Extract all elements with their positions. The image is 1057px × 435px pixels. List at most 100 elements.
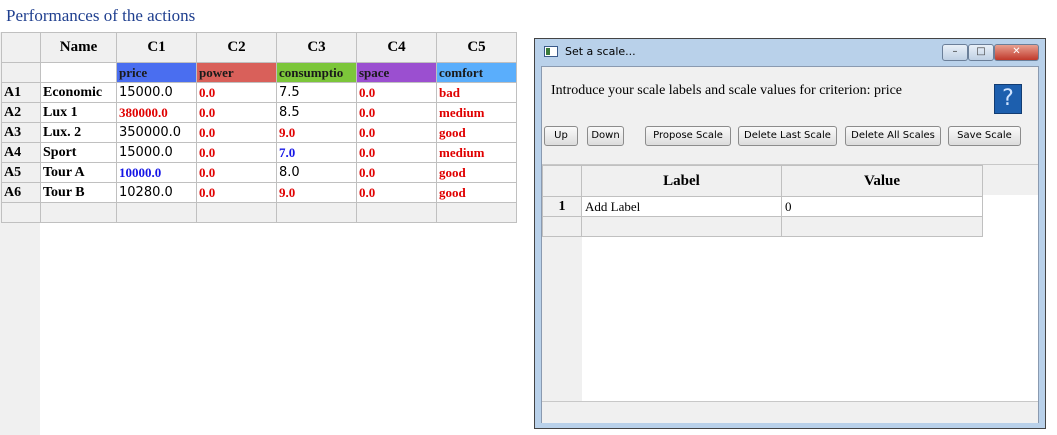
column-header-c4[interactable]: C4 (356, 32, 437, 63)
window-app-icon (544, 46, 558, 57)
value-cell[interactable]: 0.0 (356, 182, 437, 203)
row-header[interactable]: A6 (1, 182, 41, 203)
value-cell[interactable]: 7.5 (276, 82, 357, 103)
row-header-empty (1, 62, 41, 83)
column-header-label[interactable]: Label (581, 165, 782, 197)
value-cell[interactable]: 8.5 (276, 102, 357, 123)
value-cell[interactable]: 0.0 (356, 162, 437, 183)
help-book-icon[interactable]: ? (994, 84, 1022, 114)
dialog-title-bar[interactable]: Set a scale... – □ ✕ (535, 39, 1045, 65)
value-cell[interactable]: medium (436, 102, 517, 123)
empty-cell[interactable] (581, 216, 782, 237)
table-row: A6 Tour B 10280.0 0.0 9.0 0.0 good (1, 182, 517, 203)
row-header[interactable]: A4 (1, 142, 41, 163)
value-cell[interactable]: 0.0 (356, 142, 437, 163)
save-scale-button[interactable]: Save Scale (948, 126, 1021, 146)
empty-cell[interactable] (196, 202, 277, 223)
up-button[interactable]: Up (544, 126, 578, 146)
column-header-c1[interactable]: C1 (116, 32, 197, 63)
value-cell[interactable]: bad (436, 82, 517, 103)
dialog-body: Introduce your scale labels and scale va… (541, 66, 1039, 423)
value-cell[interactable]: 0.0 (196, 102, 277, 123)
table-empty-row (1, 202, 517, 223)
minimize-button[interactable]: – (942, 44, 968, 61)
empty-cell (542, 216, 582, 237)
value-cell[interactable]: 0.0 (356, 122, 437, 143)
value-cell[interactable]: 0.0 (196, 82, 277, 103)
action-name-cell[interactable]: Lux. 2 (40, 122, 117, 143)
scale-row-index: 1 (542, 196, 582, 217)
table-row: 1 Add Label 0 (542, 196, 983, 217)
action-name-cell[interactable]: Tour B (40, 182, 117, 203)
criterion-c3[interactable]: consumptio (276, 62, 357, 83)
header-filler (982, 165, 1038, 195)
value-cell[interactable]: 7.0 (276, 142, 357, 163)
performance-table: Name C1 C2 C3 C4 C5 price power consumpt… (1, 32, 517, 223)
scale-table-area: Label Value 1 Add Label 0 (542, 165, 1038, 401)
empty-cell[interactable] (40, 202, 117, 223)
value-cell[interactable]: 15000.0 (116, 142, 197, 163)
column-header-c5[interactable]: C5 (436, 32, 517, 63)
table-row: A5 Tour A 10000.0 0.0 8.0 0.0 good (1, 162, 517, 183)
value-cell[interactable]: good (436, 162, 517, 183)
column-header-value[interactable]: Value (781, 165, 983, 197)
value-cell[interactable]: medium (436, 142, 517, 163)
scale-value-cell[interactable]: 0 (781, 196, 983, 217)
action-name-cell[interactable]: Tour A (40, 162, 117, 183)
dialog-title: Set a scale... (565, 45, 636, 58)
empty-cell[interactable] (276, 202, 357, 223)
scale-corner-cell (542, 165, 582, 197)
scale-label-cell[interactable]: Add Label (581, 196, 782, 217)
value-cell[interactable]: good (436, 182, 517, 203)
criterion-c2[interactable]: power (196, 62, 277, 83)
value-cell[interactable]: 0.0 (196, 162, 277, 183)
value-cell[interactable]: 10280.0 (116, 182, 197, 203)
empty-cell[interactable] (356, 202, 437, 223)
value-cell[interactable]: 10000.0 (116, 162, 197, 183)
value-cell[interactable]: 9.0 (276, 182, 357, 203)
row-header[interactable]: A5 (1, 162, 41, 183)
propose-scale-button[interactable]: Propose Scale (645, 126, 731, 146)
criterion-c1[interactable]: price (116, 62, 197, 83)
scale-prompt: Introduce your scale labels and scale va… (551, 83, 903, 98)
down-button[interactable]: Down (587, 126, 624, 146)
value-cell[interactable]: good (436, 122, 517, 143)
column-header-name[interactable]: Name (40, 32, 117, 63)
criterion-c4[interactable]: space (356, 62, 437, 83)
delete-all-scales-button[interactable]: Delete All Scales (845, 126, 941, 146)
criterion-c5[interactable]: comfort (436, 62, 517, 83)
value-cell[interactable]: 9.0 (276, 122, 357, 143)
value-cell[interactable]: 0.0 (356, 82, 437, 103)
value-cell[interactable]: 0.0 (356, 102, 437, 123)
table-row: A4 Sport 15000.0 0.0 7.0 0.0 medium (1, 142, 517, 163)
action-name-cell[interactable]: Economic (40, 82, 117, 103)
delete-last-scale-button[interactable]: Delete Last Scale (738, 126, 837, 146)
maximize-button[interactable]: □ (968, 44, 994, 61)
value-cell[interactable]: 0.0 (196, 122, 277, 143)
scale-header-row: Label Value (542, 165, 983, 197)
action-name-cell[interactable]: Sport (40, 142, 117, 163)
criteria-name-cell[interactable] (40, 62, 117, 83)
row-header[interactable]: A3 (1, 122, 41, 143)
performance-grid-empty-area (40, 222, 515, 435)
column-header-c2[interactable]: C2 (196, 32, 277, 63)
value-cell[interactable]: 380000.0 (116, 102, 197, 123)
set-scale-dialog: Set a scale... – □ ✕ Introduce your scal… (534, 38, 1046, 429)
row-header[interactable]: A1 (1, 82, 41, 103)
empty-cell[interactable] (116, 202, 197, 223)
value-cell[interactable]: 0.0 (196, 182, 277, 203)
value-cell[interactable]: 350000.0 (116, 122, 197, 143)
empty-cell (1, 202, 41, 223)
criteria-row: price power consumptio space comfort (1, 62, 517, 83)
table-row: A1 Economic 15000.0 0.0 7.5 0.0 bad (1, 82, 517, 103)
empty-cell[interactable] (436, 202, 517, 223)
column-header-c3[interactable]: C3 (276, 32, 357, 63)
empty-cell[interactable] (781, 216, 983, 237)
page-title: Performances of the actions (6, 6, 196, 25)
value-cell[interactable]: 8.0 (276, 162, 357, 183)
value-cell[interactable]: 15000.0 (116, 82, 197, 103)
value-cell[interactable]: 0.0 (196, 142, 277, 163)
close-button[interactable]: ✕ (994, 44, 1039, 61)
action-name-cell[interactable]: Lux 1 (40, 102, 117, 123)
row-header[interactable]: A2 (1, 102, 41, 123)
